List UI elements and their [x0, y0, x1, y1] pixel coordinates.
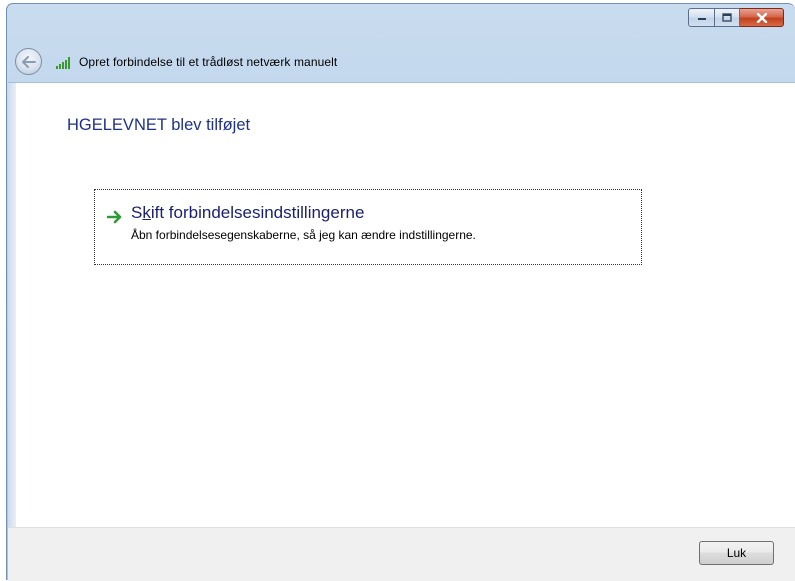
- close-icon: [756, 12, 767, 23]
- minimize-icon: [697, 17, 706, 20]
- back-button[interactable]: [15, 48, 42, 75]
- maximize-icon: [722, 13, 732, 22]
- window-title: Opret forbindelse til et trådløst netvær…: [79, 54, 338, 69]
- command-link-access-key: k: [142, 203, 151, 222]
- command-link-description: Åbn forbindelsesegenskaberne, så jeg kan…: [131, 228, 476, 242]
- content-area: HGELEVNET blev tilføjet Skift forbindels…: [8, 82, 795, 528]
- back-arrow-icon: [21, 55, 36, 68]
- command-link-title: Skift forbindelsesindstillingerne: [131, 203, 364, 223]
- close-button[interactable]: [740, 8, 784, 27]
- command-link-title-prefix: S: [131, 203, 143, 222]
- page-title: HGELEVNET blev tilføjet: [67, 116, 251, 134]
- minimize-button[interactable]: [688, 8, 715, 27]
- content-left-edge: [8, 83, 16, 528]
- change-settings-command-link[interactable]: Skift forbindelsesindstillingerne Åbn fo…: [94, 189, 642, 265]
- navigation-bar: Opret forbindelse til et trådløst netvær…: [8, 42, 795, 81]
- green-arrow-icon: [107, 210, 122, 224]
- caption-buttons: [688, 8, 784, 28]
- maximize-button[interactable]: [715, 8, 740, 27]
- footer-bar: Luk: [8, 527, 795, 581]
- command-link-title-rest: ift forbindelsesindstillingerne: [150, 203, 365, 222]
- wifi-signal-icon: [56, 55, 72, 69]
- close-dialog-button[interactable]: Luk: [699, 541, 774, 565]
